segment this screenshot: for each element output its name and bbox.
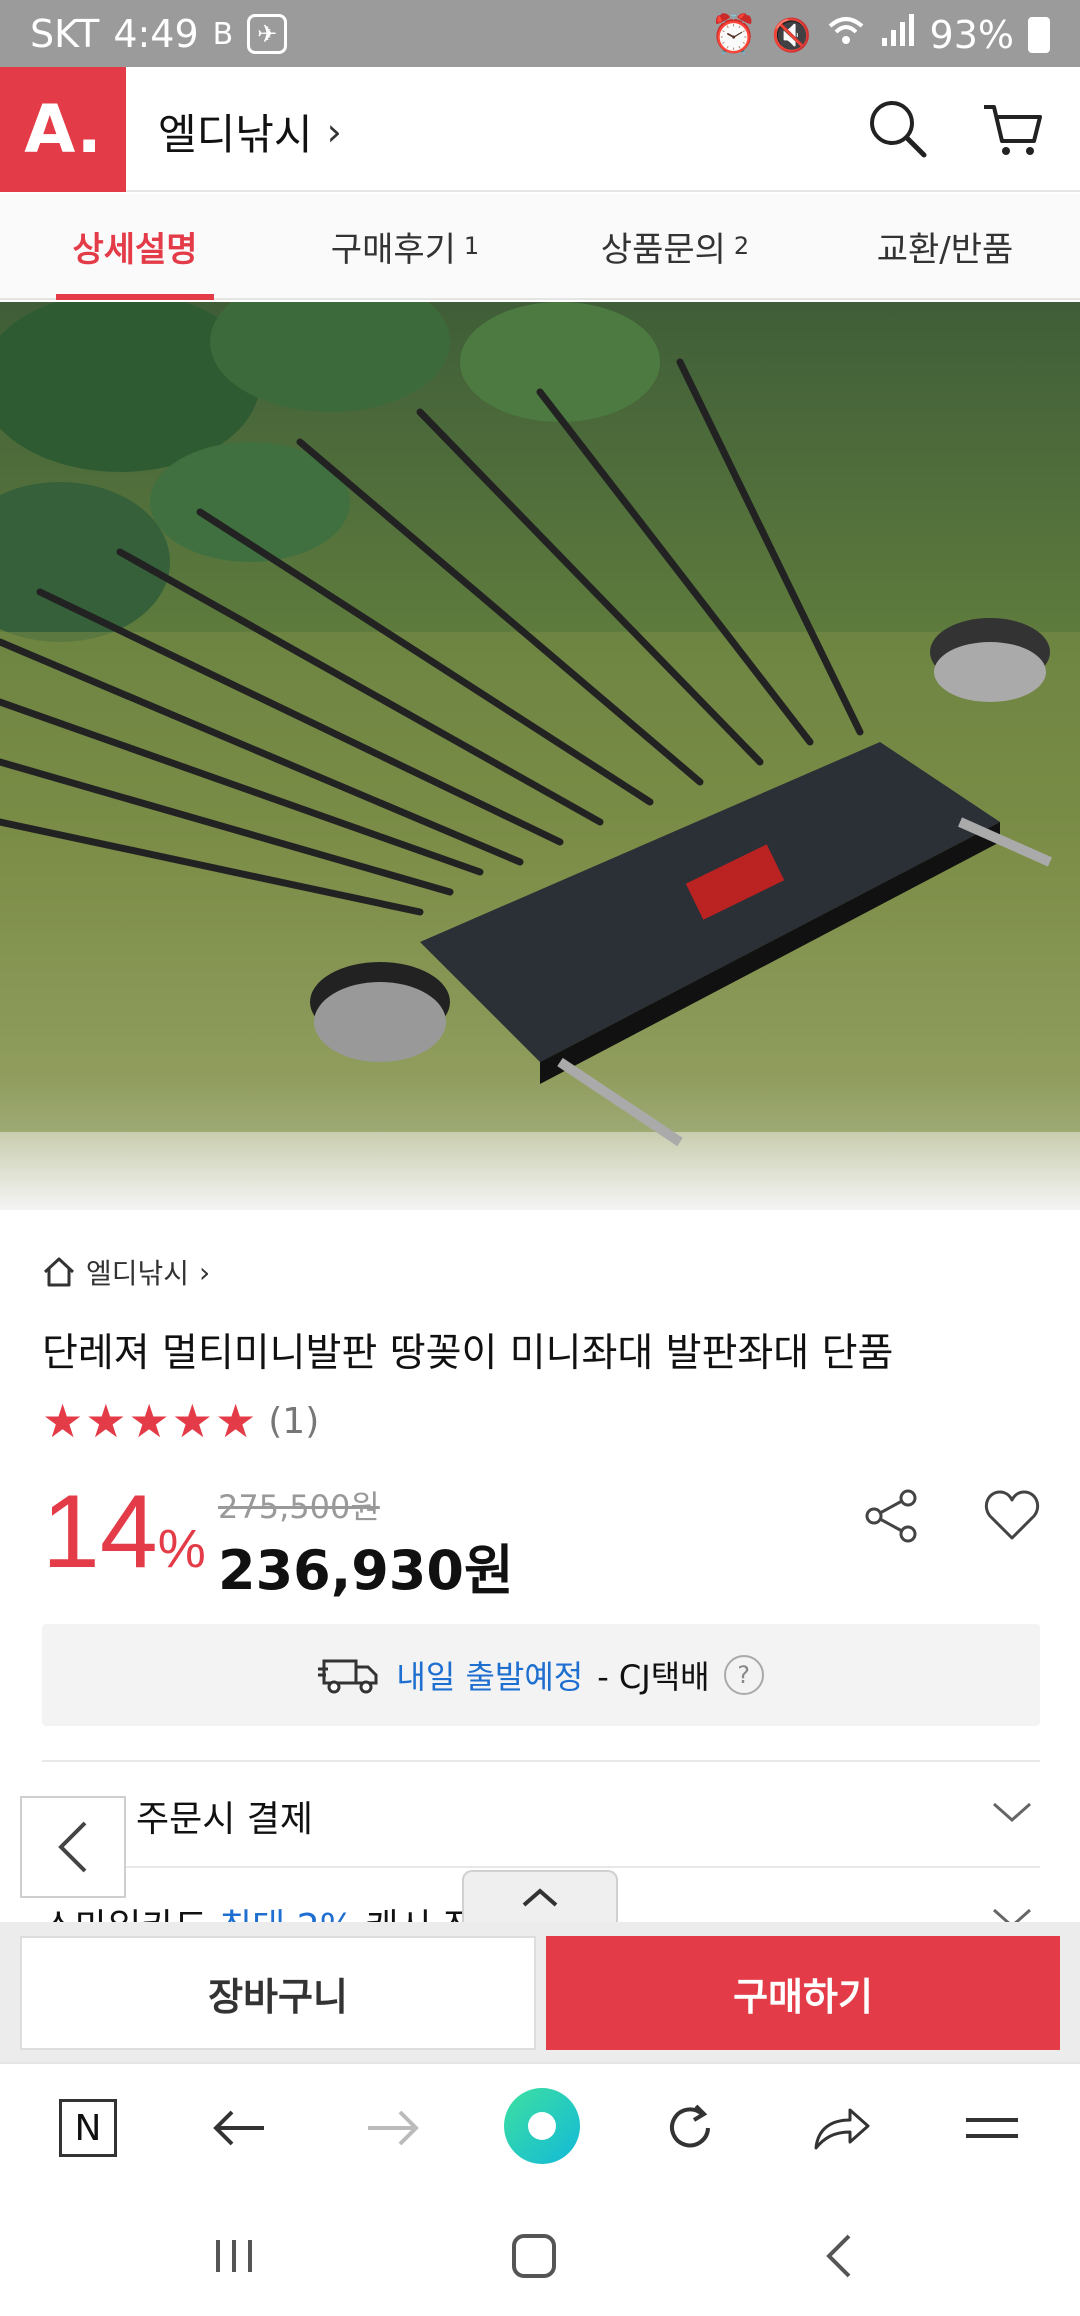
forward-arrow-icon[interactable] (358, 2094, 426, 2162)
shipping-info: 내일 출발예정 - CJ택배 ? (42, 1624, 1040, 1726)
divider (42, 1866, 1040, 1868)
app-header: A. 엘디낚시 › (0, 67, 1080, 192)
breadcrumb[interactable]: 엘디낚시 › (42, 1252, 210, 1292)
cart-icon[interactable] (980, 97, 1044, 161)
clock: 4:49 (113, 12, 199, 56)
refresh-icon[interactable] (656, 2094, 724, 2162)
discount-rate: 14% (42, 1480, 206, 1584)
tab-count: 1 (463, 232, 480, 260)
back-arrow-icon[interactable] (206, 2094, 274, 2162)
home-button-icon[interactable] (504, 2226, 564, 2286)
recent-apps-icon[interactable] (204, 2226, 264, 2286)
shipping-carrier: - CJ택배 (597, 1658, 710, 1696)
battery-percent: 93% (929, 12, 1014, 57)
search-icon[interactable] (866, 97, 930, 161)
store-link[interactable]: 엘디낚시 › (158, 101, 342, 162)
star-icon: ★ (171, 1394, 213, 1448)
mute-icon: 🔇 (771, 15, 812, 54)
home-icon (43, 1257, 75, 1287)
tab-qna[interactable]: 상품문의 2 (540, 194, 810, 298)
battery-icon (1028, 16, 1050, 53)
b-badge-icon: B (212, 16, 234, 52)
share-icon[interactable] (862, 1486, 922, 1546)
share-arrow-icon[interactable] (808, 2094, 876, 2162)
breadcrumb-store: 엘디낚시 (86, 1257, 190, 1290)
system-navigation (0, 2190, 1080, 2316)
browser-toolbar: N (0, 2062, 1080, 2190)
shipping-date: 내일 출발예정 (396, 1658, 584, 1696)
original-price: 275,500원 (218, 1488, 380, 1526)
status-bar: SKT 4:49 B ✈ ⏰ 🔇 93% (0, 0, 1080, 67)
brand-logo[interactable]: A. (0, 67, 126, 192)
tab-detail[interactable]: 상세설명 (0, 194, 270, 300)
chevron-up-icon (522, 1888, 558, 1907)
product-tabs: 상세설명 구매후기 1 상품문의 2 교환/반품 (0, 194, 1080, 300)
menu-icon[interactable] (958, 2094, 1026, 2162)
product-photo-illustration (0, 302, 1080, 1147)
tab-label: 구매후기 (330, 229, 456, 270)
product-title: 단레져 멀티미니발판 땅꽂이 미니좌대 발판좌대 단품 (42, 1331, 894, 1376)
green-dot-icon[interactable] (502, 2086, 582, 2166)
star-icon: ★ (85, 1394, 127, 1448)
chevron-down-icon[interactable] (992, 1800, 1032, 1824)
chevron-right-icon: › (326, 109, 342, 154)
expand-handle[interactable] (462, 1870, 618, 1924)
signal-icon (880, 12, 916, 57)
truck-icon (318, 1659, 378, 1694)
carrier-label: SKT (30, 12, 100, 56)
tab-label: 상세설명 (72, 229, 198, 270)
heart-icon[interactable] (982, 1486, 1042, 1546)
mini-app-icon: ✈ (247, 14, 288, 54)
review-count: (1) (268, 1400, 320, 1442)
chevron-left-icon (58, 1821, 87, 1873)
tab-count: 2 (733, 232, 750, 260)
system-back-icon[interactable] (808, 2226, 868, 2286)
star-icon: ★ (215, 1394, 257, 1448)
tab-exchange-return[interactable]: 교환/반품 (810, 194, 1080, 298)
discount-value: 14 (42, 1474, 158, 1590)
n-label: N (59, 2099, 117, 2157)
product-image[interactable] (0, 302, 1080, 1210)
floating-back-button[interactable] (20, 1796, 126, 1898)
discount-symbol: % (157, 1519, 206, 1579)
sale-price: 236,930원 (218, 1539, 514, 1602)
alarm-icon: ⏰ (710, 12, 758, 56)
rating[interactable]: ★ ★ ★ ★ ★ (1) (42, 1398, 319, 1444)
help-icon[interactable]: ? (723, 1655, 764, 1695)
star-icon: ★ (42, 1394, 84, 1448)
star-icon: ★ (128, 1394, 170, 1448)
payment-row[interactable]: 주문시 결제 (136, 1790, 313, 1842)
buy-now-button[interactable]: 구매하기 (546, 1936, 1060, 2050)
wifi-icon (826, 12, 866, 57)
add-to-cart-button[interactable]: 장바구니 (20, 1936, 536, 2050)
naver-home-button[interactable]: N (54, 2094, 122, 2162)
tab-reviews[interactable]: 구매후기 1 (270, 194, 540, 298)
chevron-right-icon: › (199, 1255, 211, 1289)
store-name-label: 엘디낚시 (158, 110, 313, 159)
purchase-bar: 장바구니 구매하기 (0, 1922, 1080, 2062)
tab-label: 교환/반품 (876, 229, 1014, 270)
tab-label: 상품문의 (600, 229, 726, 270)
divider (42, 1760, 1040, 1762)
